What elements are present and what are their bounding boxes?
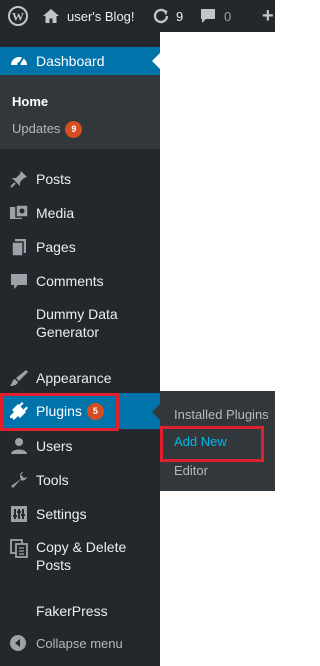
submenu-updates[interactable]: Updates 9 <box>12 121 83 139</box>
dashboard-gauge-icon <box>9 51 29 71</box>
admin-bar: W user's Blog! 9 0 + <box>0 0 275 32</box>
menu-users[interactable]: Users <box>0 435 160 457</box>
wrench-icon <box>9 470 29 490</box>
submenu-updates-label: Updates <box>12 121 61 136</box>
updates-link[interactable]: 9 <box>152 0 183 32</box>
wordpress-logo-icon[interactable]: W <box>8 0 28 32</box>
menu-fakerpress[interactable]: FakerPress <box>0 600 160 622</box>
menu-copy-delete-line2: Posts <box>36 557 72 573</box>
menu-media[interactable]: Media <box>0 202 160 224</box>
dashboard-label: Dashboard <box>36 53 105 69</box>
menu-pages-label: Pages <box>36 239 76 255</box>
brush-icon <box>9 368 29 388</box>
menu-dummy-data-line2: Generator <box>36 324 100 340</box>
menu-posts[interactable]: Posts <box>0 168 160 190</box>
copy-icon <box>9 538 29 558</box>
add-new-highlight-box <box>160 426 264 462</box>
svg-text:W: W <box>12 10 24 24</box>
menu-appearance-label: Appearance <box>36 370 112 386</box>
comments-link[interactable]: 0 <box>200 0 231 32</box>
menu-comments[interactable]: Comments <box>0 270 160 292</box>
submenu-home[interactable]: Home <box>12 94 48 109</box>
media-icon <box>9 203 29 223</box>
home-icon <box>42 8 60 24</box>
site-name: user's Blog! <box>67 8 135 24</box>
menu-users-label: Users <box>36 438 73 454</box>
menu-media-label: Media <box>36 205 75 221</box>
menu-copy-delete-line1: Copy & Delete <box>36 539 127 555</box>
collapse-arrow-icon <box>9 634 27 655</box>
comment-icon <box>9 271 29 291</box>
menu-fakerpress-label: FakerPress <box>36 603 108 619</box>
menu-comments-label: Comments <box>36 273 104 289</box>
collapse-menu-button[interactable]: Collapse menu <box>0 632 160 656</box>
menu-settings-label: Settings <box>36 506 87 522</box>
pin-icon <box>9 169 29 189</box>
collapse-menu-label: Collapse menu <box>36 636 123 651</box>
menu-pages[interactable]: Pages <box>0 236 160 258</box>
main-content-lower <box>160 491 275 666</box>
comments-count: 0 <box>224 8 232 24</box>
menu-settings[interactable]: Settings <box>0 503 160 525</box>
settings-icon <box>9 504 29 524</box>
refresh-icon <box>152 7 170 25</box>
comment-bubble-icon <box>200 8 216 24</box>
new-content-button[interactable]: + <box>262 0 274 32</box>
user-icon <box>9 436 29 456</box>
site-home-link[interactable]: user's Blog! <box>42 0 135 32</box>
active-menu-arrow <box>152 53 160 69</box>
pages-icon <box>9 237 29 257</box>
menu-posts-label: Posts <box>36 171 72 187</box>
menu-dummy-data-generator[interactable]: Dummy Data Generator <box>0 305 160 343</box>
menu-tools-label: Tools <box>36 472 69 488</box>
plugins-highlight-box <box>0 393 119 431</box>
submenu-installed-plugins[interactable]: Installed Plugins <box>174 407 269 422</box>
main-content <box>160 32 275 391</box>
menu-appearance[interactable]: Appearance <box>0 367 160 389</box>
submenu-editor[interactable]: Editor <box>174 463 208 478</box>
menu-dummy-data-line1: Dummy Data <box>36 306 118 322</box>
menu-tools[interactable]: Tools <box>0 469 160 491</box>
updates-badge: 9 <box>65 121 83 139</box>
plus-icon: + <box>262 4 274 27</box>
updates-count: 9 <box>176 8 184 24</box>
menu-copy-delete-posts[interactable]: Copy & Delete Posts <box>0 537 160 575</box>
flyout-arrow <box>152 404 160 420</box>
menu-dashboard[interactable]: Dashboard <box>0 47 160 75</box>
